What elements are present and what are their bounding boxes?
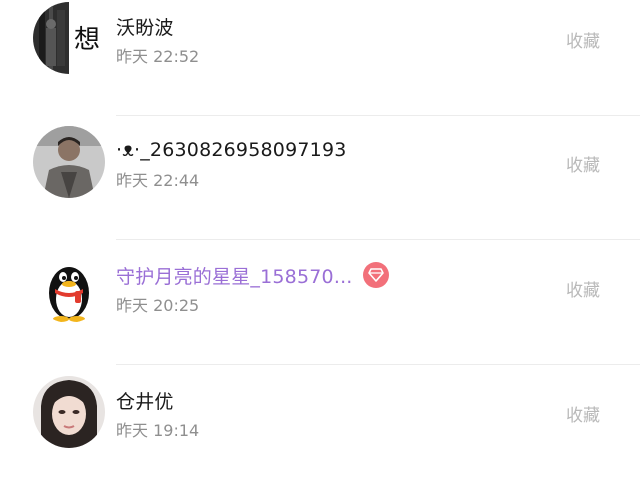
list-item[interactable]: 守护月亮的星星_158570... 昨天 20:25 收藏 [0,241,640,365]
avatar-image [33,126,105,198]
avatar[interactable] [33,126,105,198]
divider [116,364,640,365]
favorite-button[interactable]: 收藏 [566,401,600,426]
avatar[interactable]: 想 [33,2,105,74]
divider [116,239,640,240]
message-time: 昨天 19:14 [116,421,200,440]
qq-penguin-icon [33,251,105,323]
list-item[interactable]: 仓井优 昨天 19:14 收藏 [0,366,640,490]
avatar-image [33,376,105,448]
list-item[interactable]: 想 沃盼波 昨天 22:52 收藏 [0,0,640,116]
message-time: 昨天 22:44 [116,171,200,190]
favorite-button[interactable]: 收藏 [566,27,600,52]
contact-name: ·ᴥ·_2630826958097193 [116,138,347,161]
favorite-button[interactable]: 收藏 [566,276,600,301]
vip-diamond-icon [362,262,389,288]
avatar-glyph: 想 [74,25,100,55]
list-item[interactable]: ·ᴥ·_2630826958097193 昨天 22:44 收藏 [0,116,640,240]
favorite-list: 想 沃盼波 昨天 22:52 收藏 ·ᴥ·_2630826958097193 昨… [0,0,640,471]
avatar-image: 想 [33,2,105,74]
favorite-button[interactable]: 收藏 [566,151,600,176]
avatar[interactable] [33,376,105,448]
contact-name: 仓井优 [116,390,174,413]
contact-name: 沃盼波 [116,16,174,39]
message-time: 昨天 20:25 [116,296,200,315]
contact-name: 守护月亮的星星_158570... [116,265,353,288]
avatar[interactable] [33,251,105,323]
message-time: 昨天 22:52 [116,47,200,66]
